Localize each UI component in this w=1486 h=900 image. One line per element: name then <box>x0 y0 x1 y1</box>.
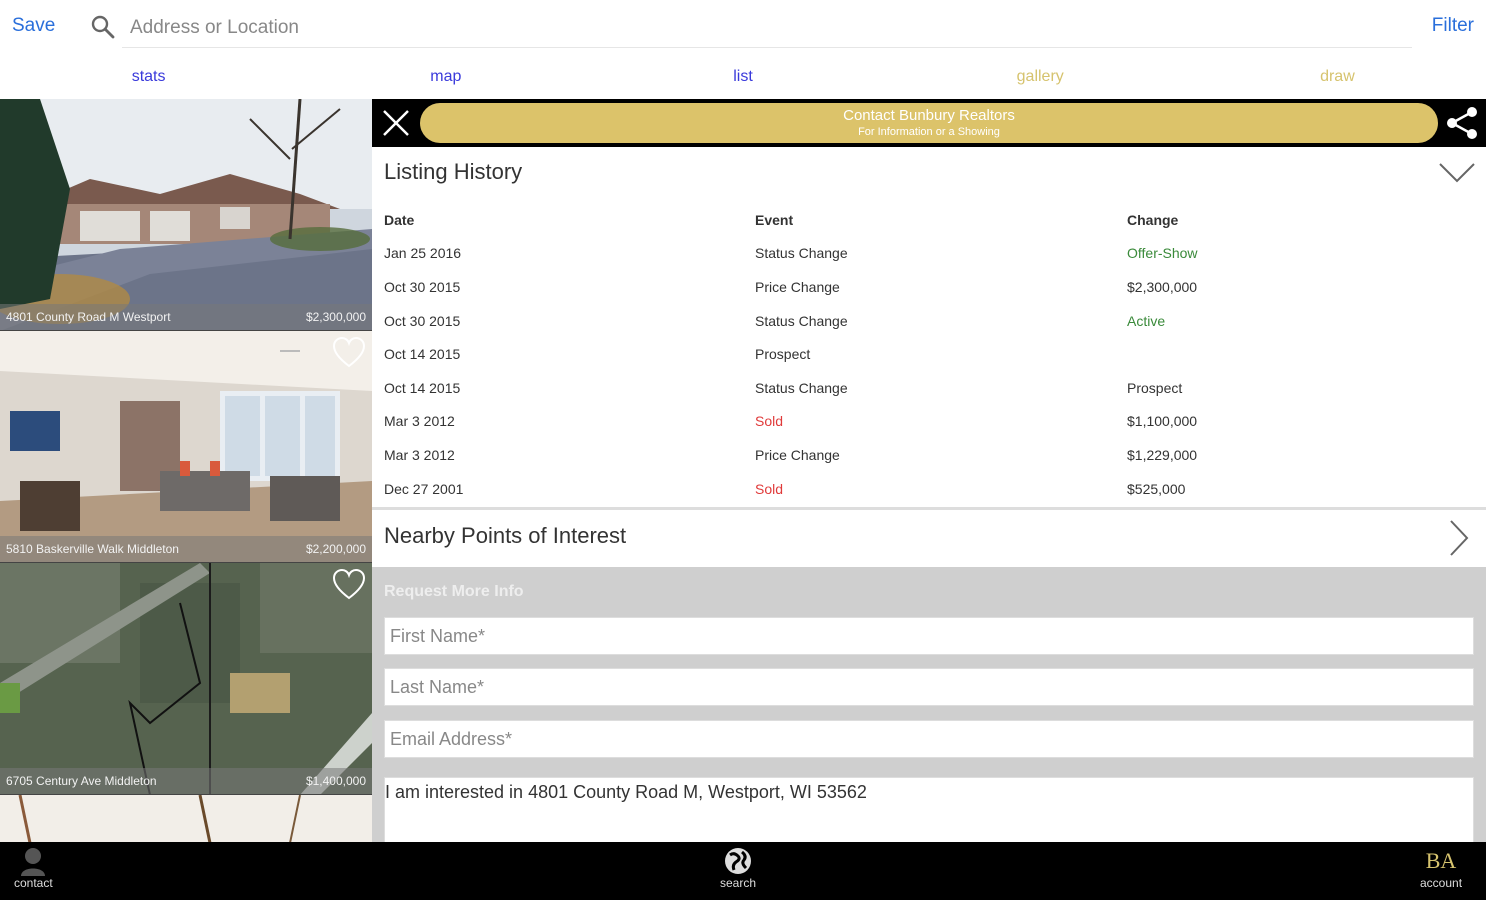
listing-address: 5810 Baskerville Walk Middleton <box>6 542 179 556</box>
cell-event: Sold <box>755 480 784 497</box>
contact-subtitle: For Information or a Showing <box>858 126 1000 138</box>
listing-item[interactable]: 4801 County Road M Westport $2,300,000 <box>0 99 372 331</box>
listing-price: $2,300,000 <box>305 310 366 324</box>
cell-event: Price Change <box>755 446 840 463</box>
poi-title[interactable]: Nearby Points of Interest <box>384 523 626 549</box>
cell-change: $525,000 <box>1127 480 1186 497</box>
tab-list[interactable]: list <box>594 56 891 98</box>
table-row: Mar 3 2012 Price Change $1,229,000 <box>384 438 1484 472</box>
share-icon[interactable] <box>1444 105 1480 141</box>
listing-history-title: Listing History <box>384 159 523 184</box>
cell-change: Offer-Show <box>1127 245 1198 262</box>
header-date: Date <box>384 211 415 228</box>
contact-realtor-button[interactable]: Contact Bunbury Realtors For Information… <box>420 103 1438 143</box>
table-row: Oct 14 2015 Status Change Prospect <box>384 371 1484 405</box>
cell-date: Oct 30 2015 <box>384 278 461 295</box>
chevron-right-icon[interactable] <box>1448 519 1470 557</box>
first-name-field[interactable] <box>384 617 1474 655</box>
cell-event: Status Change <box>755 379 848 396</box>
table-row: Jan 25 2016 Status Change Offer-Show <box>384 237 1484 271</box>
cell-change: $2,300,000 <box>1127 278 1198 295</box>
nav-search[interactable]: search <box>720 846 756 890</box>
listing-price: $2,200,000 <box>305 542 366 556</box>
table-header: Date Event Change <box>384 203 1484 237</box>
brand-logo-icon: BA <box>1425 848 1457 873</box>
heart-icon[interactable] <box>332 569 366 601</box>
tab-gallery[interactable]: gallery <box>892 56 1189 98</box>
cell-date: Dec 27 2001 <box>384 480 464 497</box>
tab-stats[interactable]: stats <box>0 56 297 98</box>
close-icon[interactable] <box>380 107 412 139</box>
listing-caption: 6705 Century Ave Middleton $1,400,000 <box>0 768 372 794</box>
listing-photo <box>0 563 372 794</box>
cell-event: Prospect <box>755 346 811 363</box>
table-row: Oct 30 2015 Price Change $2,300,000 <box>384 270 1484 304</box>
listing-address: 4801 County Road M Westport <box>6 310 171 324</box>
tab-draw[interactable]: draw <box>1189 56 1486 98</box>
email-field[interactable] <box>384 720 1474 758</box>
tab-map[interactable]: map <box>297 56 594 98</box>
listing-price: $1,400,000 <box>305 774 366 788</box>
cell-date: Mar 3 2012 <box>384 446 455 463</box>
search-icon[interactable] <box>90 14 116 40</box>
cell-change: Active <box>1127 312 1166 329</box>
filter-button[interactable]: Filter <box>1432 15 1474 37</box>
nav-search-label: search <box>720 876 757 890</box>
table-row: Mar 3 2012 Sold $1,100,000 <box>384 405 1484 439</box>
cell-event: Status Change <box>755 312 848 329</box>
top-bar: Save Filter <box>0 0 1486 56</box>
table-row: Dec 27 2001 Sold $525,000 <box>384 472 1484 506</box>
contact-bar: Contact Bunbury Realtors For Information… <box>372 99 1486 147</box>
listing-caption: 4801 County Road M Westport $2,300,000 <box>0 304 372 330</box>
request-title: Request More Info <box>384 583 524 600</box>
search-input[interactable] <box>122 8 1412 48</box>
cell-date: Mar 3 2012 <box>384 413 455 430</box>
view-tabs: stats map list gallery draw <box>0 56 1486 98</box>
cell-date: Jan 25 2016 <box>384 245 462 262</box>
listing-item[interactable]: 6705 Century Ave Middleton $1,400,000 <box>0 563 372 795</box>
cell-event: Price Change <box>755 278 840 295</box>
listing-photo <box>0 331 372 562</box>
header-event: Event <box>755 211 794 228</box>
globe-icon <box>725 848 752 874</box>
cell-date: Oct 30 2015 <box>384 312 461 329</box>
cell-event: Status Change <box>755 245 848 262</box>
heart-icon[interactable] <box>332 337 366 369</box>
header-change: Change <box>1127 211 1179 228</box>
last-name-field[interactable] <box>384 668 1474 706</box>
listing-list[interactable]: 4801 County Road M Westport $2,300,000 5… <box>0 99 372 842</box>
bottom-nav: contact search BA account <box>0 842 1486 900</box>
listing-history-table: Date Event Change Jan 25 2016 Status Chan… <box>384 203 1484 505</box>
contact-title: Contact Bunbury Realtors <box>843 107 1015 124</box>
listing-address: 6705 Century Ave Middleton <box>6 774 157 788</box>
listing-item[interactable] <box>0 795 372 842</box>
nav-account[interactable]: BA account <box>1420 846 1462 890</box>
cell-event: Sold <box>755 413 784 430</box>
listing-detail: Contact Bunbury Realtors For Information… <box>372 99 1486 842</box>
listing-photo <box>0 99 372 330</box>
message-field[interactable]: I am interested in 4801 County Road M, W… <box>384 777 1474 842</box>
cell-change: $1,100,000 <box>1127 413 1198 430</box>
cell-change: Prospect <box>1127 379 1183 396</box>
cell-date: Oct 14 2015 <box>384 346 461 363</box>
nav-contact[interactable]: contact <box>14 846 53 890</box>
listing-photo <box>0 795 372 842</box>
listing-item[interactable]: 5810 Baskerville Walk Middleton $2,200,0… <box>0 331 372 563</box>
nav-contact-label: contact <box>14 876 53 890</box>
person-icon <box>21 848 46 876</box>
request-info-form: Request More Info I am interested in 480… <box>372 567 1486 842</box>
chevron-down-icon[interactable] <box>1438 161 1476 185</box>
cell-change: $1,229,000 <box>1127 446 1198 463</box>
save-button[interactable]: Save <box>12 15 55 37</box>
table-row: Oct 14 2015 Prospect <box>384 337 1484 371</box>
section-divider <box>372 507 1486 510</box>
listing-caption: 5810 Baskerville Walk Middleton $2,200,0… <box>0 536 372 562</box>
cell-date: Oct 14 2015 <box>384 379 461 396</box>
table-row: Oct 30 2015 Status Change Active <box>384 304 1484 338</box>
nav-account-label: account <box>1420 876 1463 890</box>
